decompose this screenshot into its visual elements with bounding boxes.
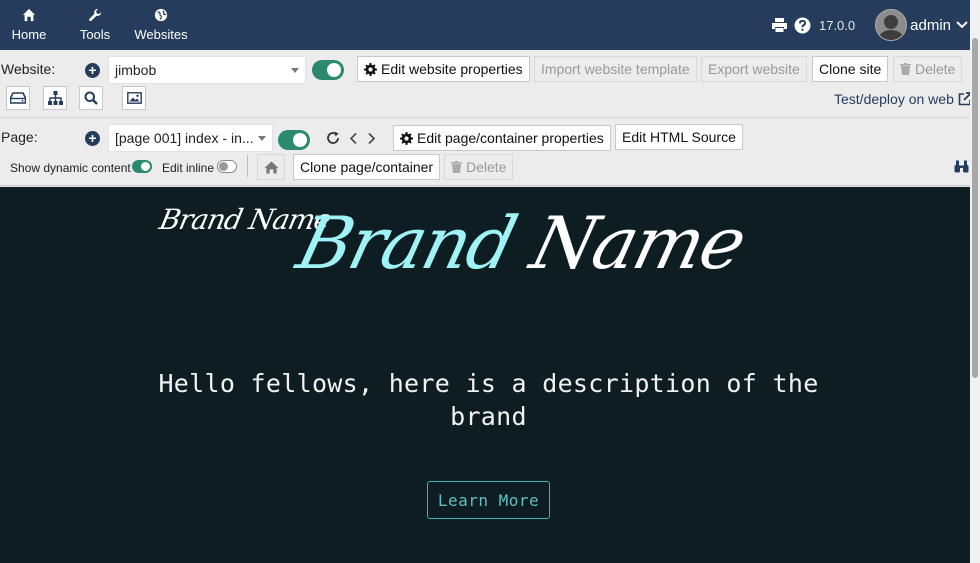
import-template-label: Import website template [541, 61, 690, 77]
delete-website-button[interactable]: Delete [893, 56, 963, 82]
edit-inline-label: Edit inline [162, 161, 215, 175]
nav-home[interactable]: Home [10, 0, 48, 50]
home-icon [264, 160, 278, 174]
globe-icon [154, 8, 168, 22]
avatar[interactable] [875, 9, 908, 41]
hosting-button[interactable] [6, 86, 30, 110]
nav-websites[interactable]: Websites [133, 0, 189, 50]
edit-html-source-button[interactable]: Edit HTML Source [615, 124, 743, 150]
chevron-left-icon[interactable] [349, 132, 359, 145]
export-website-label: Export website [708, 61, 800, 77]
page-label: Page: [1, 129, 38, 145]
nav-tools[interactable]: Tools [78, 0, 112, 50]
brand-name-large: Brand Name [290, 201, 753, 285]
test-deploy-label: Test/deploy on web [834, 91, 954, 107]
toolbar-divider [247, 155, 248, 177]
wrench-icon [89, 8, 102, 22]
nav-websites-label: Websites [134, 27, 188, 42]
edit-website-properties-button[interactable]: Edit website properties [357, 56, 530, 82]
brand-name-large-first: Brand [289, 201, 524, 285]
delete-page-label: Delete [466, 159, 507, 175]
website-select[interactable]: jimbob [108, 56, 306, 84]
website-enabled-toggle[interactable] [312, 60, 344, 80]
page-select[interactable]: [page 001] index - in... [108, 124, 273, 152]
home-page-button[interactable] [257, 154, 285, 180]
brand-description: Hello fellows, here is a description of … [158, 369, 819, 431]
page-toolbar: Page: + [page 001] index - in... Edit pa… [0, 118, 970, 186]
website-preview: Brand Name Brand Name Hello fellows, her… [0, 187, 970, 563]
top-navbar: Home Tools Websites 17.0.0 admin [0, 0, 980, 50]
sitemap-icon [47, 91, 63, 105]
scrollbar[interactable] [970, 0, 980, 563]
website-toolbar: Website: + jimbob Edit website propertie… [0, 50, 972, 118]
caret-down-icon [258, 136, 266, 141]
learn-more-button[interactable]: Learn More [427, 481, 550, 519]
edit-html-source-label: Edit HTML Source [622, 129, 736, 145]
website-label: Website: [1, 61, 56, 77]
export-website-button[interactable]: Export website [701, 56, 807, 82]
version-label: 17.0.0 [818, 17, 856, 33]
page-select-value: [page 001] index - in... [115, 130, 254, 146]
sitemap-button[interactable] [43, 86, 67, 110]
show-dynamic-label: Show dynamic content [10, 161, 131, 175]
delete-page-button[interactable]: Delete [444, 154, 514, 180]
edit-inline-toggle[interactable] [217, 160, 237, 173]
show-dynamic-toggle[interactable] [132, 160, 152, 173]
scrollbar-thumb[interactable] [972, 38, 978, 378]
hdd-icon [10, 92, 26, 104]
caret-down-icon [291, 68, 299, 73]
brand-name-large-rest: Name [502, 201, 753, 285]
page-enabled-toggle[interactable] [278, 130, 310, 150]
edit-website-properties-label: Edit website properties [381, 61, 523, 77]
chevron-down-icon[interactable] [956, 20, 968, 30]
refresh-icon[interactable] [326, 131, 340, 145]
nav-home-label: Home [11, 27, 47, 42]
home-icon [22, 8, 36, 22]
delete-website-label: Delete [915, 61, 956, 77]
trash-icon [900, 63, 911, 75]
nav-tools-label: Tools [79, 27, 111, 42]
website-select-value: jimbob [115, 62, 157, 78]
add-website-icon[interactable]: + [85, 63, 100, 78]
username[interactable]: admin [910, 17, 951, 34]
printer-icon[interactable] [771, 17, 788, 33]
search-icon [84, 91, 98, 105]
image-icon [126, 92, 142, 104]
gear-icon [364, 62, 377, 76]
clone-site-label: Clone site [819, 61, 882, 77]
nav-right: 17.0.0 admin [771, 0, 968, 50]
edit-page-properties-label: Edit page/container properties [417, 130, 604, 146]
clone-site-button[interactable]: Clone site [812, 56, 889, 82]
chevron-right-icon[interactable] [366, 132, 376, 145]
clone-page-label: Clone page/container [300, 159, 434, 175]
help-icon[interactable] [794, 17, 811, 34]
gear-icon [400, 131, 413, 145]
import-website-template-button[interactable]: Import website template [534, 56, 697, 82]
edit-page-properties-button[interactable]: Edit page/container properties [393, 125, 611, 151]
binoculars-icon[interactable] [954, 160, 969, 173]
test-deploy-link[interactable]: Test/deploy on web [834, 91, 972, 107]
add-page-icon[interactable]: + [85, 131, 100, 146]
trash-icon [451, 161, 462, 173]
search-button[interactable] [79, 86, 103, 110]
media-button[interactable] [122, 86, 146, 110]
clone-page-button[interactable]: Clone page/container [293, 154, 441, 180]
